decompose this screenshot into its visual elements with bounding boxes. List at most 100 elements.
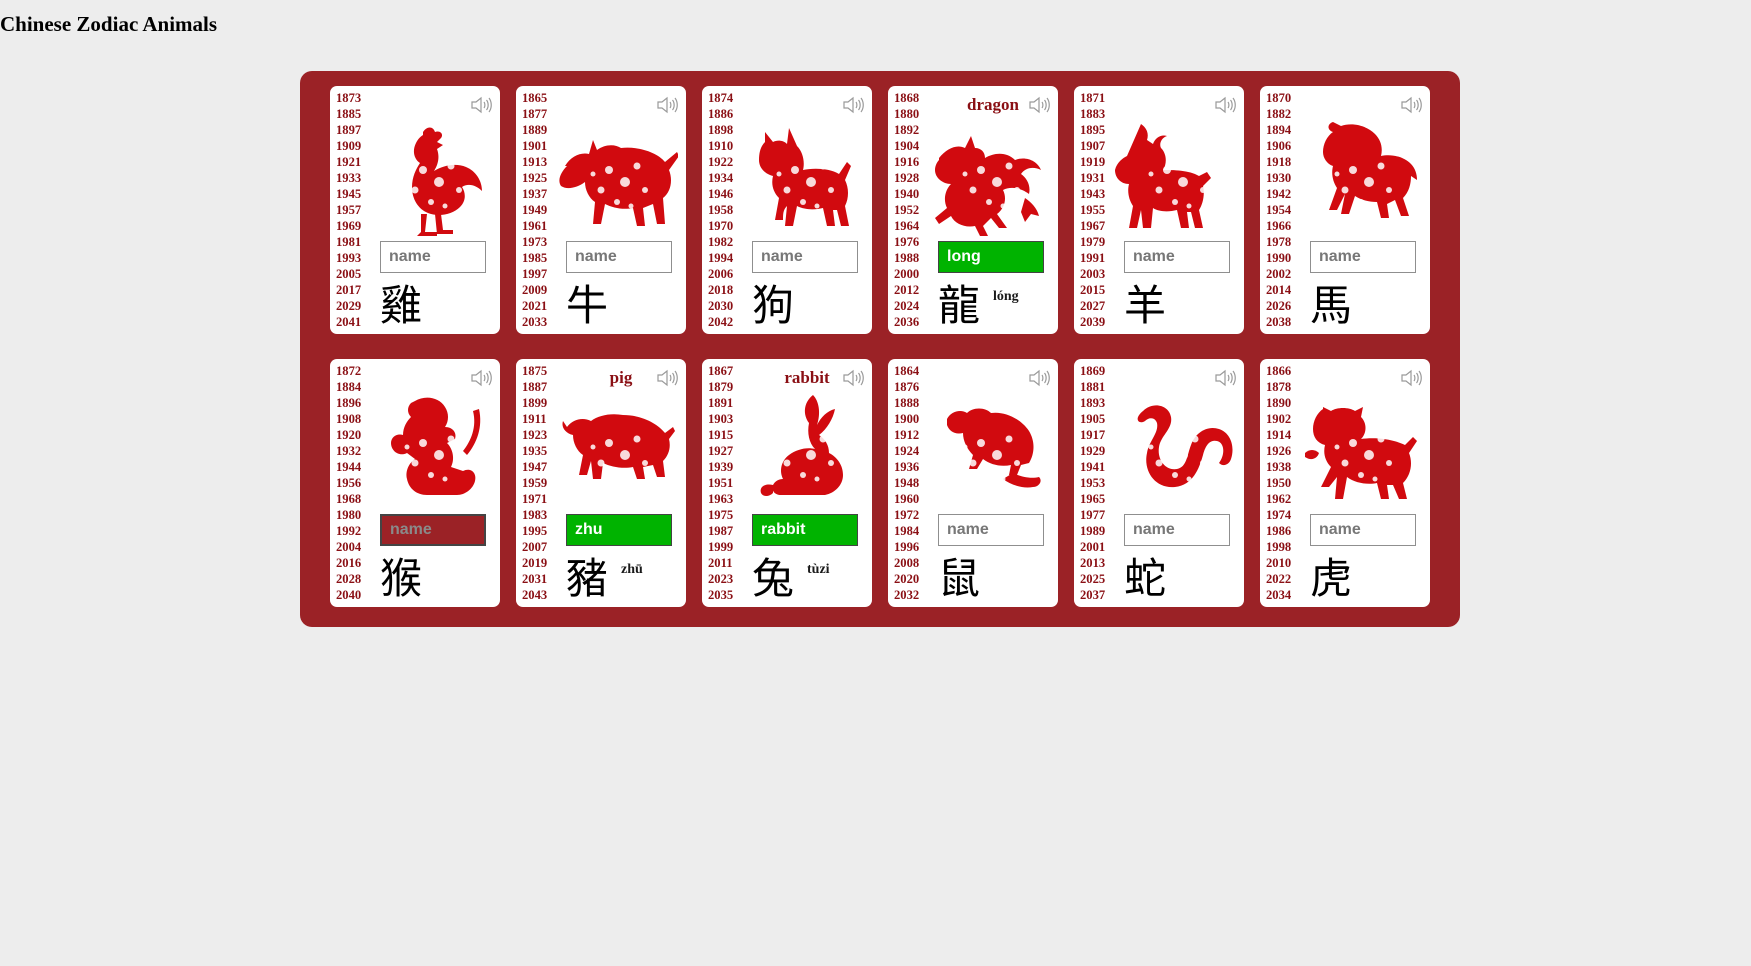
- pig-icon: [556, 391, 678, 509]
- year-label: 1957: [336, 203, 362, 217]
- year-label: 1910: [708, 139, 734, 153]
- year-label: 1918: [1266, 155, 1292, 169]
- animal-name-input[interactable]: [566, 241, 672, 273]
- year-label: 1984: [894, 524, 920, 538]
- speaker-icon[interactable]: [842, 95, 864, 115]
- year-label: 1972: [894, 508, 920, 522]
- goat-icon: [1114, 118, 1236, 236]
- year-label: 2029: [336, 299, 362, 313]
- year-label: 2026: [1266, 299, 1292, 313]
- year-label: 1924: [894, 444, 920, 458]
- year-label: 1871: [1080, 91, 1106, 105]
- zodiac-card-horse: 1870 1882 1894 1906 1918 1930 1942 1954 1966 1978…: [1260, 86, 1430, 334]
- chinese-character: 虎: [1310, 554, 1353, 603]
- year-label: 1882: [1266, 107, 1292, 121]
- year-label: 1999: [708, 540, 734, 554]
- year-label: 1993: [336, 251, 362, 265]
- year-label: 1953: [1080, 476, 1106, 490]
- year-label: 2043: [522, 588, 548, 602]
- year-label: 2001: [1080, 540, 1106, 554]
- speaker-icon[interactable]: [1028, 368, 1050, 388]
- year-label: 1892: [894, 123, 920, 137]
- year-label: 1950: [1266, 476, 1292, 490]
- animal-name-input[interactable]: [380, 514, 486, 546]
- year-label: 1983: [522, 508, 548, 522]
- year-label: 1921: [336, 155, 362, 169]
- year-label: 1946: [708, 187, 734, 201]
- year-label: 1902: [1266, 412, 1292, 426]
- speaker-icon[interactable]: [470, 368, 492, 388]
- year-label: 1923: [522, 428, 548, 442]
- year-label: 1885: [336, 107, 362, 121]
- years-list: 1869 1881 1893 1905 1917 1929 1941 1953 1965 1977…: [1080, 363, 1105, 603]
- year-label: 1879: [708, 380, 734, 394]
- year-label: 1979: [1080, 235, 1106, 249]
- year-label: 2013: [1080, 556, 1106, 570]
- year-label: 1877: [522, 107, 548, 121]
- year-label: 1881: [1080, 380, 1106, 394]
- speaker-icon[interactable]: [1214, 95, 1236, 115]
- year-label: 2040: [336, 588, 362, 602]
- animal-name-input[interactable]: [566, 514, 672, 546]
- chinese-character: 羊: [1124, 281, 1167, 330]
- year-label: 1905: [1080, 412, 1106, 426]
- animal-name-input[interactable]: [938, 514, 1044, 546]
- pinyin-label: zhū: [621, 562, 643, 577]
- year-label: 1965: [1080, 492, 1106, 506]
- animal-name-input[interactable]: [380, 241, 486, 273]
- year-label: 1977: [1080, 508, 1106, 522]
- year-label: 1978: [1266, 235, 1292, 249]
- dragon-icon: [928, 118, 1050, 238]
- year-label: 1864: [894, 364, 920, 378]
- year-label: 2005: [336, 267, 362, 281]
- animal-name-label: pig: [609, 368, 633, 387]
- year-label: 2004: [336, 540, 362, 554]
- year-label: 1911: [522, 412, 547, 426]
- year-label: 2033: [522, 315, 548, 329]
- animal-name-input[interactable]: [752, 241, 858, 273]
- year-label: 1920: [336, 428, 362, 442]
- year-label: 2020: [894, 572, 920, 586]
- speaker-icon[interactable]: [1214, 368, 1236, 388]
- year-label: 1952: [894, 203, 920, 217]
- animal-name-input[interactable]: [1310, 514, 1416, 546]
- speaker-icon[interactable]: [470, 95, 492, 115]
- animal-name-input[interactable]: [752, 514, 858, 546]
- year-label: 1873: [336, 91, 362, 105]
- year-label: 1915: [708, 428, 734, 442]
- year-label: 1904: [894, 139, 920, 153]
- year-label: 2023: [708, 572, 734, 586]
- year-label: 1872: [336, 364, 362, 378]
- year-label: 1941: [1080, 460, 1106, 474]
- rooster-icon: [370, 118, 492, 236]
- year-label: 1878: [1266, 380, 1292, 394]
- years-list: 1873 1885 1897 1909 1921 1933 1945 1957 1969 1981…: [336, 90, 361, 330]
- chinese-character: 狗: [752, 281, 795, 330]
- year-label: 2006: [708, 267, 734, 281]
- year-label: 1889: [522, 123, 548, 137]
- tiger-icon: [1300, 391, 1422, 509]
- year-label: 2017: [336, 283, 362, 297]
- year-label: 2011: [708, 556, 733, 570]
- speaker-icon[interactable]: [1400, 368, 1422, 388]
- year-label: 1940: [894, 187, 920, 201]
- snake-icon: [1114, 391, 1236, 509]
- year-label: 2008: [894, 556, 920, 570]
- year-label: 1890: [1266, 396, 1292, 410]
- animal-name-input[interactable]: [1124, 241, 1230, 273]
- animal-name-input[interactable]: [938, 241, 1044, 273]
- years-list: 1871 1883 1895 1907 1919 1931 1943 1955 1967 1979…: [1080, 90, 1105, 330]
- year-label: 1998: [1266, 540, 1292, 554]
- speaker-icon[interactable]: [1400, 95, 1422, 115]
- zodiac-card-snake: 1869 1881 1893 1905 1917 1929 1941 1953 1965 1977…: [1074, 359, 1244, 607]
- speaker-icon[interactable]: [656, 95, 678, 115]
- year-label: 1935: [522, 444, 548, 458]
- year-label: 1991: [1080, 251, 1106, 265]
- animal-name-input[interactable]: [1310, 241, 1416, 273]
- year-label: 1929: [1080, 444, 1106, 458]
- monkey-icon: [370, 391, 492, 509]
- year-label: 2038: [1266, 315, 1292, 329]
- year-label: 1969: [336, 219, 362, 233]
- year-label: 2036: [894, 315, 920, 329]
- animal-name-input[interactable]: [1124, 514, 1230, 546]
